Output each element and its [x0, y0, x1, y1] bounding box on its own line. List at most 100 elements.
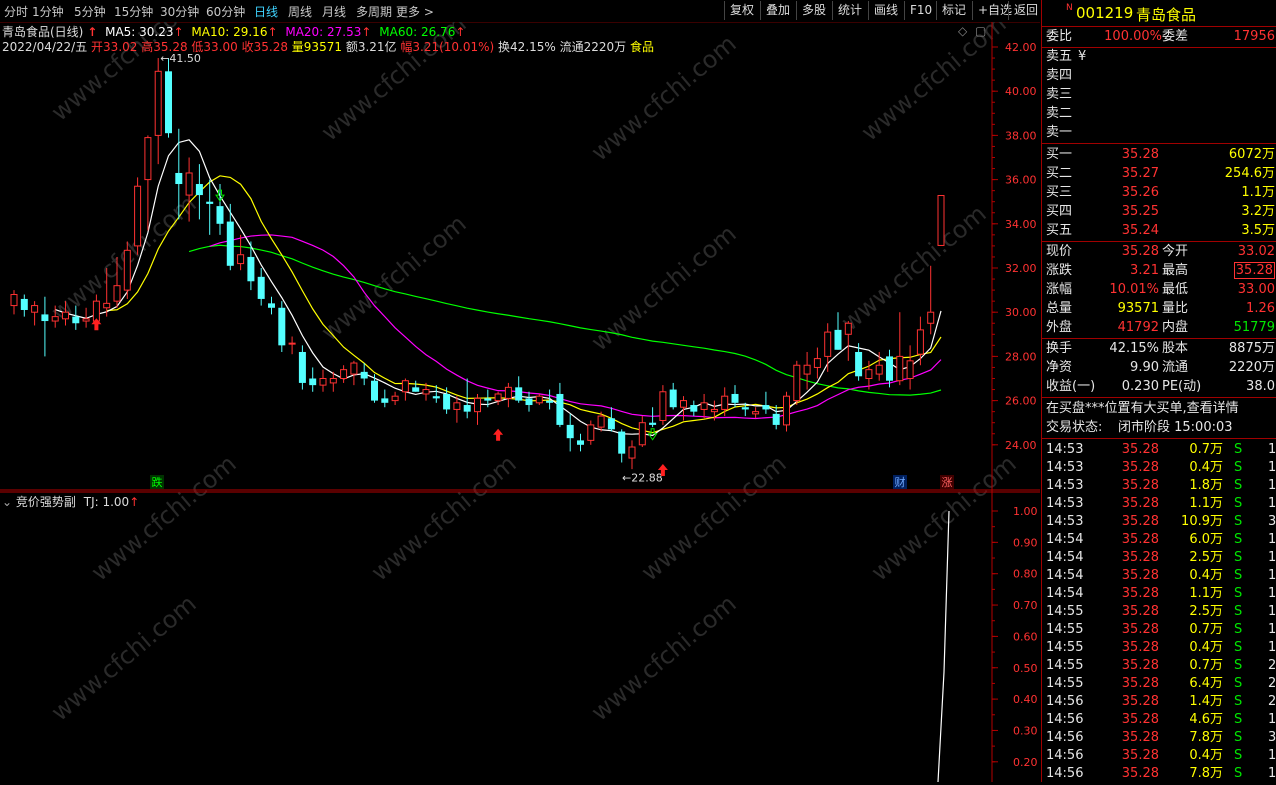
- bar-turnover: 换42.15%: [498, 40, 556, 54]
- stat-label: 外盘: [1046, 320, 1073, 335]
- tick-side: S: [1234, 622, 1243, 637]
- tick-volume: 10.9万: [1181, 514, 1223, 529]
- stat-row: 总量 93571 量比 1.26: [1042, 300, 1276, 318]
- bar-sector: 食品: [630, 40, 655, 54]
- tick-row: 14:53 35.28 0.7万 S 1: [1042, 441, 1276, 459]
- price-tick-label: 28.00: [1005, 350, 1037, 363]
- tick-price: 35.28: [1121, 586, 1159, 601]
- stat-value: 3.21: [1130, 263, 1159, 278]
- buy-level-price: 35.25: [1121, 204, 1159, 219]
- price-tick-label: 32.00: [1005, 262, 1037, 275]
- buy-level-label: 买一: [1046, 147, 1073, 162]
- period-15min[interactable]: 15分钟: [114, 3, 153, 20]
- tick-time: 14:53: [1046, 442, 1084, 457]
- sub-indicator-title[interactable]: 竞价强势副: [16, 495, 76, 509]
- ma10-legend: MA10: 29.16: [191, 25, 268, 39]
- candle: [371, 374, 378, 403]
- stat-row: 涨跌 3.21 最高 35.28: [1042, 262, 1276, 280]
- draw-line-button[interactable]: 画线: [868, 1, 904, 20]
- candle: [906, 345, 914, 390]
- tick-side: S: [1234, 532, 1243, 547]
- tick-row: 14:55 35.28 2.5万 S 1: [1042, 603, 1276, 621]
- tj-line: [937, 510, 950, 783]
- period-daily[interactable]: 日线: [254, 3, 278, 20]
- sell-level-label: 卖四: [1046, 68, 1073, 83]
- period-60min[interactable]: 60分钟: [206, 3, 245, 20]
- tick-price: 35.28: [1121, 478, 1159, 493]
- candle: [772, 405, 780, 430]
- trade-status-row: 交易状态: 闭市阶段 15:00:03: [1042, 419, 1276, 437]
- trade-status-label: 交易状态:: [1046, 420, 1103, 435]
- statistics-button[interactable]: 统计: [832, 1, 868, 20]
- tick-volume: 4.6万: [1189, 712, 1223, 727]
- tick-side: S: [1234, 568, 1243, 583]
- candle: [783, 391, 790, 432]
- fund-value: 9.90: [1130, 360, 1159, 375]
- weicha-value: 17956: [1233, 29, 1275, 44]
- event-marker-die-label: 跌: [152, 475, 163, 489]
- tick-side: S: [1234, 604, 1243, 619]
- candle: [298, 345, 306, 390]
- buy-level-row: 买二 35.27 254.6万: [1042, 165, 1276, 183]
- notice-row[interactable]: 在买盘***位置有大买单,查看详情: [1042, 400, 1276, 418]
- candle: [535, 393, 543, 406]
- bar-float: 流通2220万: [559, 40, 627, 54]
- tick-count: 1: [1268, 532, 1276, 547]
- tick-volume: 7.8万: [1189, 766, 1223, 781]
- period-fenshi[interactable]: 分时: [4, 3, 28, 20]
- quote-header: N 001219 青岛食品: [1042, 0, 1276, 27]
- tick-volume: 0.7万: [1189, 658, 1223, 673]
- period-5min[interactable]: 5分钟: [74, 3, 106, 20]
- tick-count: 1: [1268, 460, 1276, 475]
- sell-level-row: 卖四: [1042, 67, 1276, 85]
- tick-volume: 0.7万: [1189, 442, 1223, 457]
- up-arrow-icon: ↑: [267, 25, 278, 39]
- tick-side: S: [1234, 478, 1243, 493]
- period-more-label: 更多: [396, 5, 421, 19]
- period-more[interactable]: 更多 >: [396, 3, 434, 20]
- period-monthly[interactable]: 月线: [322, 3, 346, 20]
- kline-svg[interactable]: www.cfchi.com www.cfchi.com www.cfchi.com w…: [0, 0, 1040, 783]
- overlay-button[interactable]: 叠加: [760, 1, 796, 20]
- candle: [515, 376, 523, 403]
- stat-value: 1.26: [1246, 301, 1275, 316]
- sub-tick-label: 0.70: [1013, 599, 1038, 612]
- period-weekly[interactable]: 周线: [288, 3, 312, 20]
- buy-level-label: 买四: [1046, 204, 1073, 219]
- mark-button[interactable]: 标记: [936, 1, 972, 20]
- tick-time: 14:53: [1046, 514, 1084, 529]
- up-arrow-icon: ↑: [173, 25, 184, 39]
- sub-tick-label: 1.00: [1013, 505, 1038, 518]
- back-button[interactable]: 返回: [1008, 1, 1040, 20]
- tick-side: S: [1234, 676, 1243, 691]
- tick-count: 1: [1268, 604, 1276, 619]
- fund-value: 42.15%: [1109, 341, 1159, 356]
- candle: [587, 420, 595, 445]
- candle: [20, 294, 28, 317]
- watermark-text: www.cfchi.com: [586, 219, 742, 356]
- bar-open: 开33.02: [91, 40, 138, 54]
- candle: [669, 382, 677, 410]
- add-watchlist-button[interactable]: +自选: [972, 1, 1012, 20]
- period-multi[interactable]: 多周期: [356, 3, 392, 20]
- dropdown-circle-icon[interactable]: ⌄: [2, 495, 12, 509]
- kline-chart-area[interactable]: www.cfchi.com www.cfchi.com www.cfchi.com w…: [0, 0, 1040, 783]
- restore-rights-button[interactable]: 复权: [724, 1, 760, 20]
- period-30min[interactable]: 30分钟: [160, 3, 199, 20]
- sell-level-label: 卖二: [1046, 106, 1073, 121]
- tick-time: 14:55: [1046, 622, 1084, 637]
- multi-stock-button[interactable]: 多股: [796, 1, 832, 20]
- diamond-icon[interactable]: ◇: [958, 24, 967, 38]
- ma20-legend: MA20: 27.53: [285, 25, 362, 39]
- stat-value: 10.01%: [1109, 282, 1159, 297]
- panel-toggle-icon[interactable]: ▢: [975, 24, 986, 38]
- tick-price: 35.28: [1121, 550, 1159, 565]
- f10-button[interactable]: F10: [904, 1, 936, 20]
- tick-time: 14:55: [1046, 676, 1084, 691]
- tick-volume: 0.7万: [1189, 622, 1223, 637]
- candle: [474, 393, 481, 425]
- tick-time: 14:54: [1046, 532, 1084, 547]
- price-axis: 42.00 40.00 38.00 36.00 34.00 32.00 30.00 28.00…: [992, 41, 1037, 452]
- period-1min[interactable]: 1分钟: [32, 3, 64, 20]
- stat-value: 93571: [1117, 301, 1159, 316]
